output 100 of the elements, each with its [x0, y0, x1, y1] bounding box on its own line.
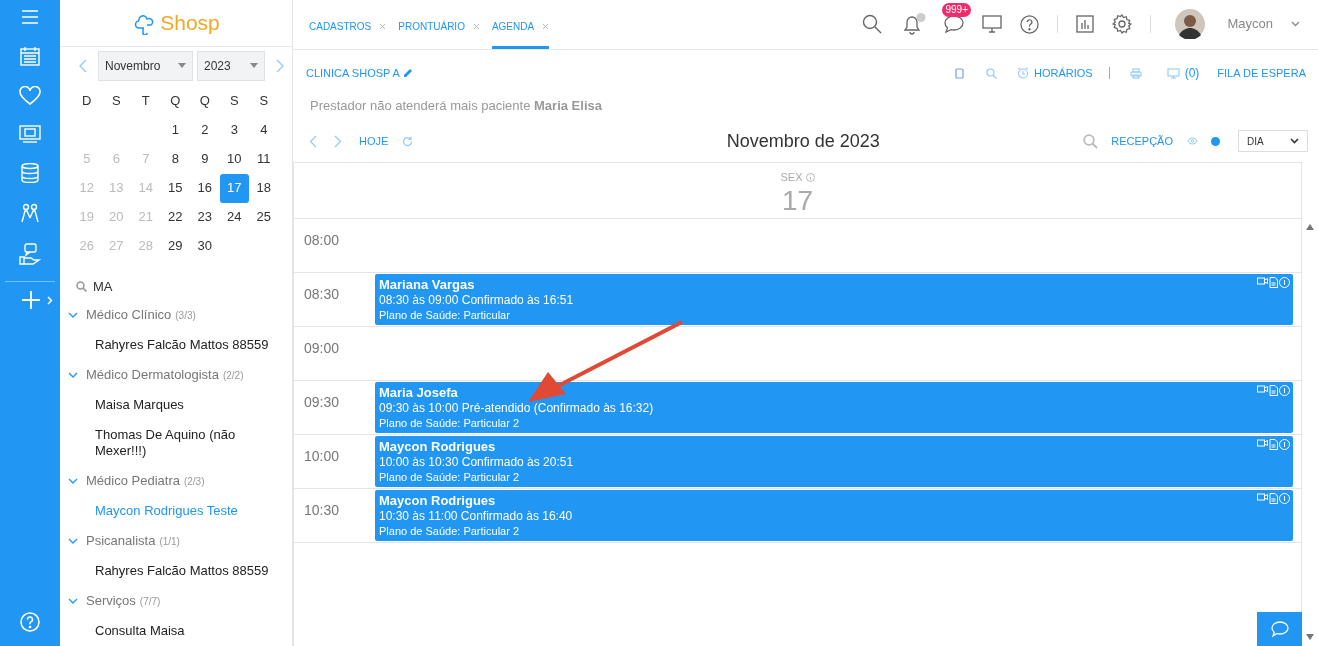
document-icon[interactable]	[1269, 493, 1278, 504]
monitor-icon[interactable]	[1166, 67, 1180, 79]
pencil-icon[interactable]	[402, 68, 413, 78]
appointment-details: 10:30 às 11:00 Confirmado às 16:40	[379, 509, 574, 524]
money-screen-icon[interactable]	[19, 125, 41, 143]
video-icon[interactable]	[1257, 439, 1268, 447]
provider-group[interactable]: Médico Dermatologista (2/2)	[60, 360, 292, 390]
calendar-day[interactable]: 22	[168, 207, 183, 227]
user-name[interactable]: Maycon	[1227, 14, 1273, 34]
monitor-count[interactable]: (0)	[1184, 64, 1200, 82]
provider-item[interactable]: Rahyres Falcão Mattos 88559	[60, 556, 292, 586]
scroll-up-icon[interactable]	[1306, 224, 1314, 230]
close-icon[interactable]	[379, 23, 387, 30]
close-icon[interactable]	[542, 23, 550, 30]
calendar-day[interactable]: 18	[256, 178, 271, 198]
avatar[interactable]	[1175, 9, 1206, 39]
provider-group[interactable]: Médico Pediatra (2/3)	[60, 466, 292, 496]
calendar-day[interactable]: 24	[227, 207, 242, 227]
info-icon[interactable]	[805, 172, 815, 182]
previous-icon[interactable]	[309, 134, 317, 148]
document-icon[interactable]	[1269, 385, 1278, 396]
heart-icon[interactable]	[19, 86, 41, 105]
calendar-day[interactable]: 10	[227, 149, 242, 169]
time-label: 10:30	[304, 502, 340, 518]
settings-icon[interactable]	[1112, 14, 1133, 34]
calendar-day[interactable]: 3	[230, 120, 238, 140]
document-icon[interactable]	[1269, 439, 1278, 450]
calendar-day[interactable]: 25	[256, 207, 271, 227]
calendar-day[interactable]: 2	[201, 120, 209, 140]
patient-name: Maycon Rodrigues	[379, 493, 496, 509]
calendar-day[interactable]: 16	[197, 178, 212, 198]
health-plan: Plano de Saúde: Particular 2	[379, 416, 521, 431]
provider-item[interactable]: Maycon Rodrigues Teste	[60, 496, 292, 526]
calendar-day[interactable]: 9	[201, 149, 209, 169]
calendar-day[interactable]: 4	[260, 120, 268, 140]
today-button[interactable]: HOJE	[359, 132, 389, 150]
year-select[interactable]: 2023	[197, 50, 265, 81]
document-icon[interactable]	[1269, 277, 1278, 288]
provider-search-field[interactable]: MA	[93, 276, 273, 296]
time-label: 08:00	[304, 232, 340, 248]
appointment-card[interactable]: Maycon Rodrigues 10:30 às 11:00 Confirmado às 16:40 Plano de Saúde: Particular 2	[375, 490, 1293, 541]
monitor-icon[interactable]	[982, 15, 1003, 33]
printer-icon[interactable]	[1129, 67, 1142, 79]
calendar-day[interactable]: 29	[168, 236, 183, 256]
calendar-day[interactable]: 23	[197, 207, 212, 227]
calendar-day[interactable]: 30	[197, 236, 212, 256]
chat-icon[interactable]	[944, 15, 965, 33]
video-icon[interactable]	[1257, 385, 1268, 393]
appointment-card[interactable]: Maycon Rodrigues 10:00 às 10:30 Confirmado às 20:51 Plano de Saúde: Particular 2	[375, 436, 1293, 487]
patient-name: Mariana Vargas	[379, 277, 475, 293]
calendar-icon[interactable]	[20, 46, 40, 66]
provider-group[interactable]: Psicanalista (1/1)	[60, 526, 292, 556]
provider-item[interactable]: Thomas De Aquino (não Mexer!!!)	[60, 420, 292, 466]
calendar-day[interactable]: 11	[257, 149, 271, 169]
calendar-day[interactable]: 1	[171, 120, 179, 140]
chat-button[interactable]	[1257, 612, 1302, 646]
hand-chat-icon[interactable]	[19, 243, 41, 265]
month-select[interactable]: Novembro	[98, 50, 193, 81]
video-icon[interactable]	[1257, 493, 1268, 501]
reception-filter[interactable]: RECEPÇÃO	[1111, 132, 1173, 150]
clinic-name[interactable]: CLINICA SHOSP A	[306, 64, 400, 82]
waiting-list-link[interactable]: FILA DE ESPERA	[1217, 64, 1306, 82]
appointment-card[interactable]: Maria Josefa 09:30 às 10:00 Pré-atendido (Confirmado às 16:32) Plano de Saúde: Particular 2	[375, 382, 1293, 433]
plus-icon[interactable]	[21, 290, 41, 310]
provider-item[interactable]: Consulta Maisa	[60, 616, 292, 646]
bell-icon[interactable]	[904, 13, 927, 35]
refresh-icon[interactable]	[402, 135, 414, 147]
provider-group[interactable]: Serviços (7/7)	[60, 586, 292, 616]
video-icon[interactable]	[1257, 277, 1268, 285]
tab[interactable]: PRONTUÁRIO	[398, 0, 480, 49]
next-month-icon[interactable]	[275, 58, 285, 73]
chevron-down-icon[interactable]	[1290, 138, 1299, 144]
calendar-day[interactable]: 8	[171, 149, 179, 169]
menu-icon[interactable]	[21, 10, 39, 24]
eye-icon[interactable]	[1187, 137, 1198, 145]
previous-month-icon[interactable]	[78, 58, 88, 73]
health-plan: Plano de Saúde: Particular 2	[379, 470, 521, 485]
calendar-day[interactable]: 17	[219, 173, 249, 203]
alarm-clock-icon[interactable]	[1017, 67, 1029, 79]
provider-item[interactable]: Maisa Marques	[60, 390, 292, 420]
schedules-link[interactable]: HORÁRIOS	[1034, 64, 1093, 82]
view-select[interactable]: DIA	[1238, 130, 1308, 152]
bar-chart-icon[interactable]	[1076, 15, 1095, 33]
weekday-label: S	[259, 92, 269, 111]
calendar-day[interactable]: 15	[168, 178, 183, 198]
appointment-card[interactable]: Mariana Vargas 08:30 às 09:00 Confirmado às 16:51 Plano de Saúde: Particular	[375, 274, 1293, 325]
provider-group[interactable]: Médico Clínico (3/3)	[60, 300, 292, 330]
appointment-details: 08:30 às 09:00 Confirmado às 16:51	[379, 293, 575, 308]
provider-item[interactable]: Rahyres Falcão Mattos 88559	[60, 330, 292, 360]
people-icon[interactable]	[20, 203, 40, 223]
chevron-right-icon[interactable]	[47, 295, 53, 305]
tab[interactable]: AGENDA	[491, 0, 550, 49]
book-icon[interactable]	[955, 67, 964, 79]
database-icon[interactable]	[21, 163, 39, 183]
search-icon[interactable]	[862, 14, 883, 34]
next-icon[interactable]	[334, 134, 342, 148]
close-icon[interactable]	[472, 23, 480, 30]
patient-name: Maria Josefa	[379, 385, 458, 401]
tab[interactable]: CADASTROS	[309, 0, 387, 49]
help-icon[interactable]	[1020, 14, 1040, 34]
